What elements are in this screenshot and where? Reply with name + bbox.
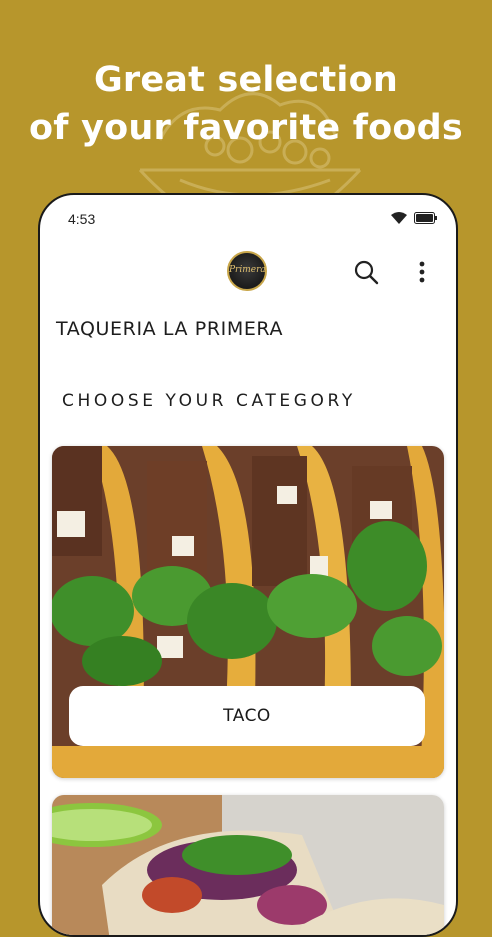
wifi-icon	[391, 212, 407, 224]
battery-icon	[414, 212, 437, 224]
burrito-photo	[52, 795, 444, 935]
category-card-taco[interactable]: TACO	[52, 446, 444, 778]
status-bar: 4:53	[40, 207, 456, 229]
promo-headline-line-2: of your favorite foods	[29, 108, 463, 148]
phone-frame: 4:53 Primera TAQUERIA LA PRIMERA CHOOSE …	[38, 193, 458, 937]
promo-headline: Great selection of your favorite foods	[0, 56, 492, 152]
category-button-taco[interactable]: TACO	[69, 686, 425, 746]
section-title: CHOOSE YOUR CATEGORY	[62, 391, 356, 411]
search-icon[interactable]	[353, 259, 379, 285]
restaurant-logo[interactable]: Primera	[227, 251, 267, 291]
restaurant-name: TAQUERIA LA PRIMERA	[56, 318, 284, 340]
more-vert-icon[interactable]	[412, 259, 432, 285]
status-time: 4:53	[68, 211, 96, 227]
status-icons	[390, 211, 438, 225]
category-card-burrito[interactable]	[52, 795, 444, 935]
logo-text: Primera	[229, 265, 266, 275]
promo-headline-line-1: Great selection	[93, 60, 398, 100]
